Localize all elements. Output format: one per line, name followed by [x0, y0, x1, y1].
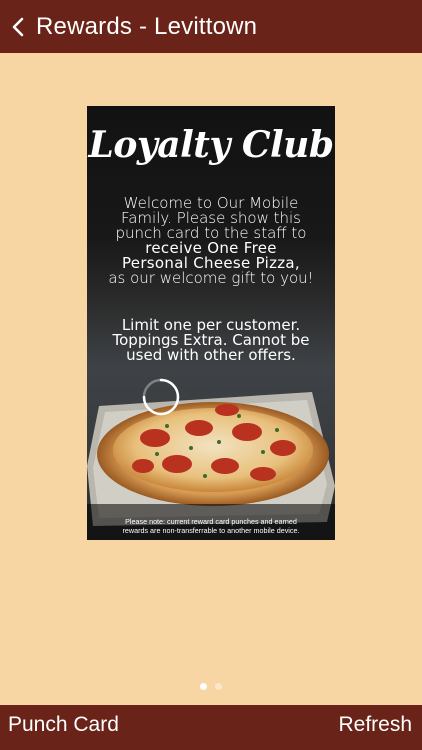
pizza-image: [87, 392, 335, 540]
page-dot[interactable]: [215, 683, 222, 690]
welcome-line: as our welcome gift to you!: [108, 269, 314, 287]
refresh-button[interactable]: Refresh: [338, 705, 412, 750]
page-indicator[interactable]: [0, 683, 422, 691]
chevron-left-icon: [0, 0, 24, 53]
back-button[interactable]: Rewards - Levittown: [0, 0, 300, 53]
note-line: Please note: current reward card punches…: [125, 517, 297, 526]
page-title: Rewards - Levittown: [36, 12, 258, 40]
limit-line: used with other offers.: [126, 346, 296, 364]
transfer-note: Please note: current reward card punches…: [101, 517, 321, 535]
page-dot-active[interactable]: [200, 683, 207, 690]
note-line: rewards are non-transferrable to another…: [122, 526, 300, 535]
bottom-toolbar: Punch Card Refresh: [0, 705, 422, 750]
loading-spinner-icon: [142, 378, 180, 416]
welcome-message: Welcome to Our Mobile Family. Please sho…: [99, 196, 323, 286]
punch-card-button[interactable]: Punch Card: [8, 705, 119, 750]
card-title: Loyalty Club: [88, 124, 335, 166]
nav-bar: Rewards - Levittown: [0, 0, 422, 53]
loyalty-card[interactable]: Loyalty Club Welcome to Our Mobile Famil…: [87, 106, 335, 540]
limit-message: Limit one per customer. Toppings Extra. …: [99, 318, 323, 363]
